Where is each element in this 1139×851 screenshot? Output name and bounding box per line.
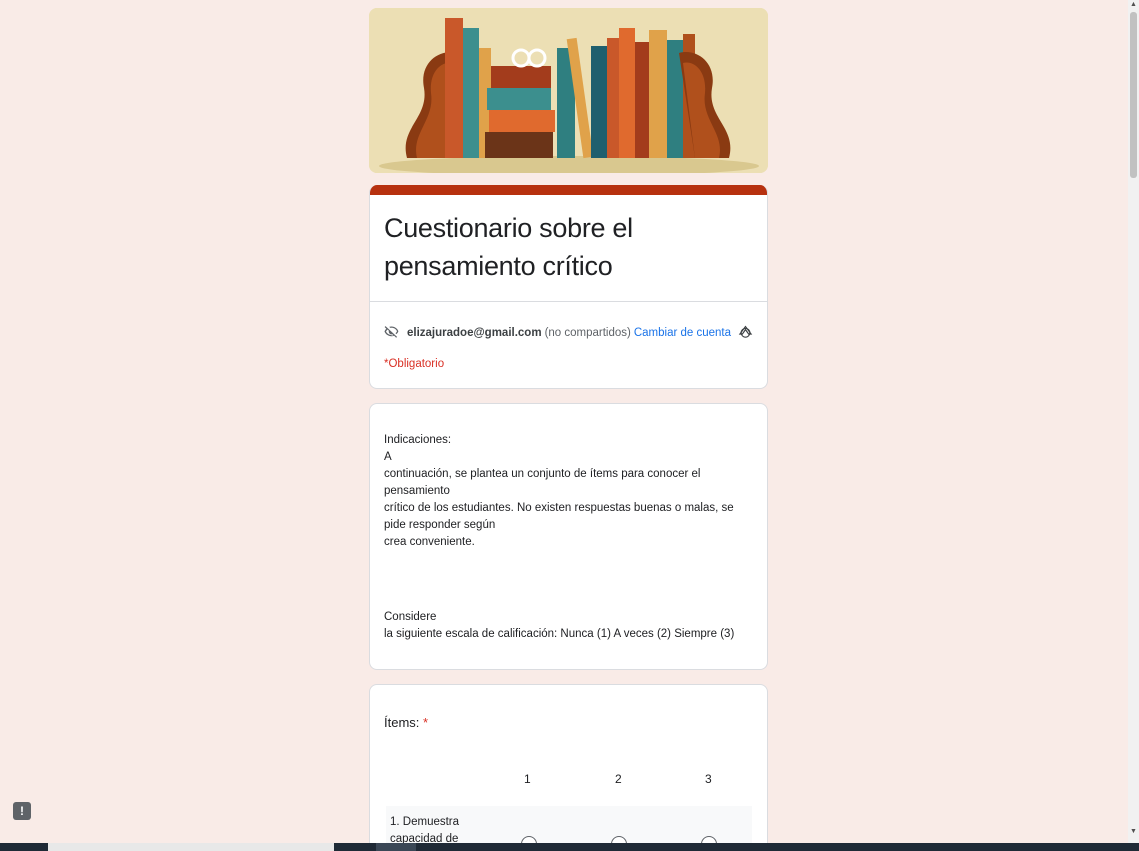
radio-option-2[interactable] [611,836,627,843]
switch-account-link[interactable]: Cambiar de cuenta [634,327,731,339]
instructions-line: continuación, se plantea un conjunto de … [384,468,701,497]
taskbar-search[interactable] [48,843,334,851]
grid-row-label-line: capacidad de pensar [390,833,459,843]
radio-option-3[interactable] [701,836,717,843]
account-row: elizajuradoe@gmail.com (no compartidos) … [370,302,767,348]
scale-line: Considere [384,611,437,623]
page-scrollbar[interactable]: ▲ ▼ [1128,0,1139,843]
column-header-2: 2 [615,772,622,786]
column-header-1: 1 [524,772,531,786]
accent-bar [370,185,767,195]
required-star: * [423,715,429,730]
instructions-heading: Indicaciones: [384,434,452,446]
form-page: Cuestionario sobre el pensamiento crític… [0,0,1128,843]
grid-row-label: 1. Demuestra capacidad de pensar [390,814,490,843]
radio-option-1[interactable] [521,836,537,843]
column-header-3: 3 [705,772,712,786]
question-title: Ítems: * [384,715,753,730]
scroll-down-icon[interactable]: ▼ [1130,828,1137,835]
required-note: *Obligatorio [384,358,445,370]
report-icon[interactable]: ! [13,802,31,820]
grid-column-headers: 1 2 3 [384,772,753,792]
scale-line: la siguiente escala de calificación: Nun… [384,628,735,640]
instructions-line: A [384,451,392,463]
items-question-card: Ítems: * 1 2 3 1. Demuestra capacidad de… [369,684,768,843]
question-label: Ítems: [384,715,420,730]
scrollbar-thumb[interactable] [1130,12,1137,178]
cloud-saved-icon [738,324,753,342]
account-email: elizajuradoe@gmail.com [407,327,542,339]
header-banner-image [369,8,768,173]
form-column: Cuestionario sobre el pensamiento crític… [369,8,768,843]
taskbar [0,843,1139,851]
taskbar-app[interactable] [376,843,416,851]
form-title: Cuestionario sobre el pensamiento crític… [384,213,633,281]
instructions-line: crítico de los estudiantes. No existen r… [384,502,734,531]
grid-row: 1. Demuestra capacidad de pensar [386,806,752,843]
grid-row-label-line: 1. Demuestra [390,816,460,828]
instructions-line: crea conveniente. [384,536,475,548]
eye-off-icon [384,324,399,342]
books-illustration [369,8,768,173]
form-header-card: Cuestionario sobre el pensamiento crític… [369,185,768,389]
instructions-card: Indicaciones: A continuación, se plantea… [369,403,768,670]
scroll-up-icon[interactable]: ▲ [1130,1,1137,8]
not-shared-label: (no compartidos) [544,327,631,339]
